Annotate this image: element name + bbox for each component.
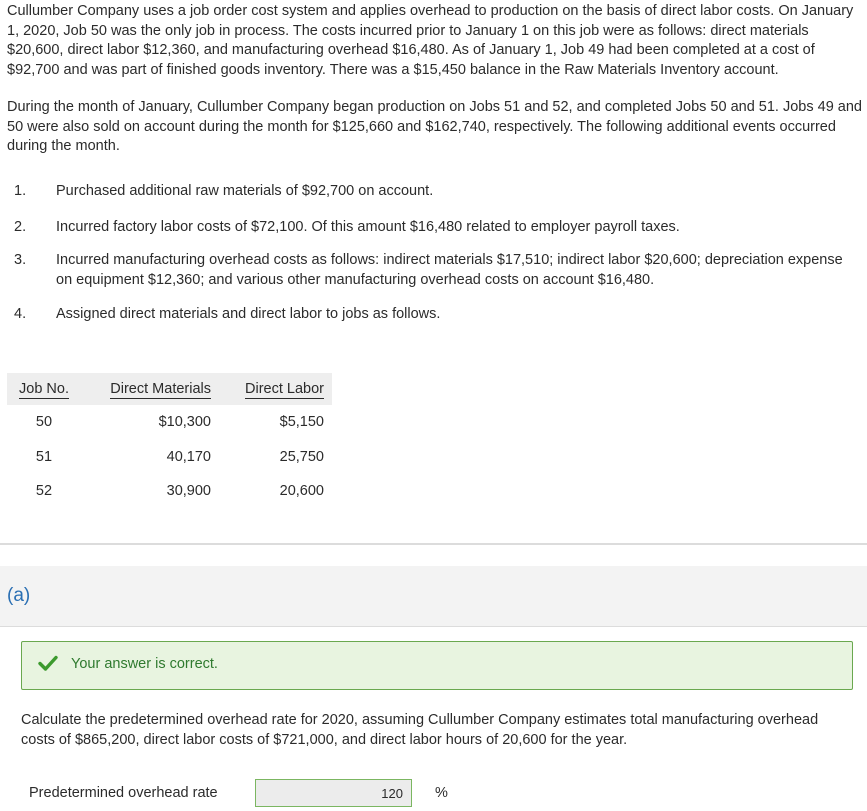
- rate-label: Predetermined overhead rate: [29, 785, 218, 801]
- event-text: Incurred manufacturing overhead costs as…: [56, 252, 843, 288]
- cell-direct-labor: 25,750: [279, 448, 324, 465]
- event-number: 4.: [14, 306, 27, 322]
- event-number: 3.: [14, 252, 27, 268]
- part-header-band: [0, 566, 867, 627]
- jobs-table: Job No. Direct Materials Direct Labor 50…: [7, 373, 332, 509]
- cell-direct-labor: $5,150: [279, 414, 324, 431]
- cell-job-no: 50: [35, 414, 53, 431]
- table-header-row: Job No. Direct Materials Direct Labor: [7, 373, 332, 405]
- event-number: 2.: [14, 219, 27, 235]
- cell-direct-materials: $10,300: [158, 414, 211, 431]
- table-row: 50 $10,300 $5,150: [7, 405, 332, 440]
- table-row: 52 30,900 20,600: [7, 474, 332, 509]
- header-direct-labor: Direct Labor: [219, 373, 332, 405]
- cell-direct-materials: 40,170: [166, 448, 211, 465]
- table-row: 51 40,170 25,750: [7, 440, 332, 475]
- part-label: (a): [7, 585, 31, 606]
- percent-unit: %: [435, 785, 448, 801]
- header-direct-materials: Direct Materials: [81, 373, 219, 405]
- event-text: Incurred factory labor costs of $72,100.…: [56, 219, 680, 235]
- rate-input[interactable]: [255, 779, 412, 807]
- cell-direct-materials: 30,900: [166, 483, 211, 500]
- intro-paragraph-1: Cullumber Company uses a job order cost …: [7, 3, 854, 78]
- cell-job-no: 51: [35, 448, 53, 465]
- event-number: 1.: [14, 183, 27, 199]
- cell-direct-labor: 20,600: [279, 483, 324, 500]
- event-text: Assigned direct materials and direct lab…: [56, 306, 441, 322]
- feedback-correct-box: Your answer is correct.: [21, 641, 853, 690]
- intro-paragraph-2: During the month of January, Cullumber C…: [7, 99, 862, 154]
- check-icon: [38, 655, 58, 671]
- feedback-text: Your answer is correct.: [71, 656, 218, 672]
- question-text: Calculate the predetermined overhead rat…: [21, 712, 819, 748]
- section-divider: [0, 543, 867, 545]
- event-text: Purchased additional raw materials of $9…: [56, 183, 434, 199]
- cell-job-no: 52: [35, 483, 53, 500]
- header-job-no: Job No.: [7, 373, 81, 405]
